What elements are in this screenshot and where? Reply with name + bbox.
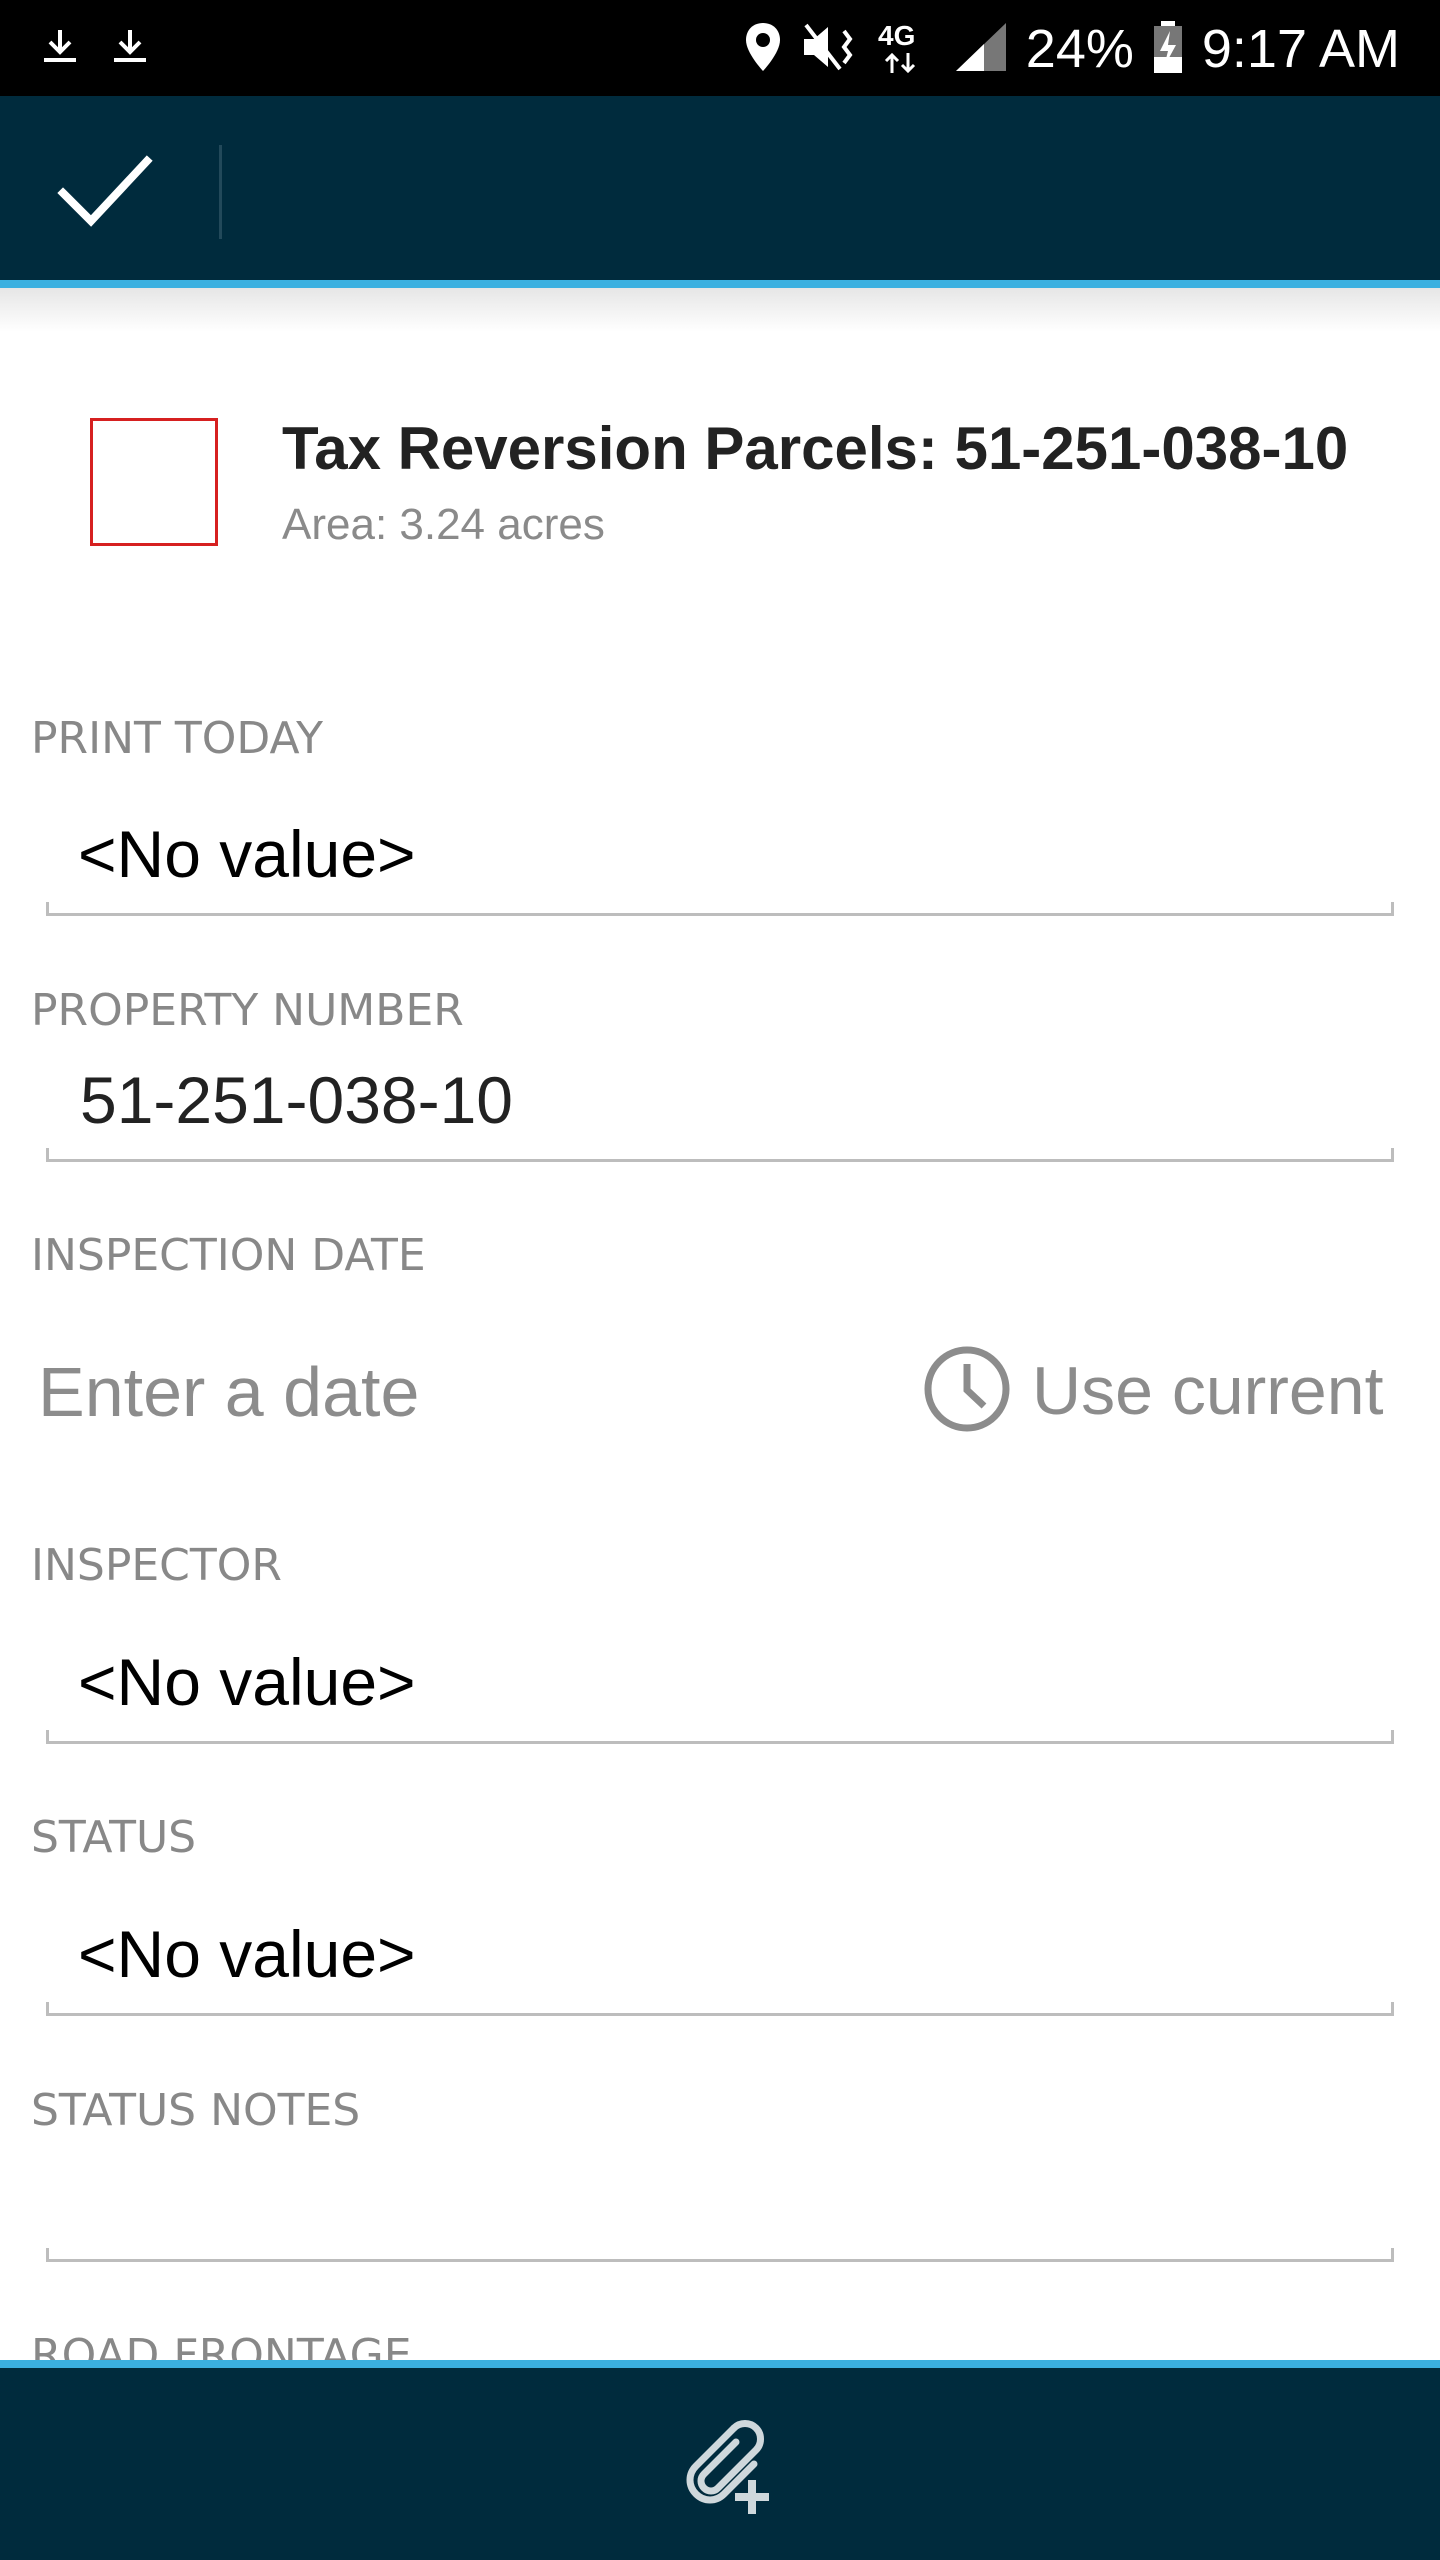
attachment-add-icon [670,2408,780,2523]
app-bar-divider [219,145,222,239]
status-bar: 4G 24% 9:17 AM [0,0,1440,96]
status-bar-notifications [40,26,150,71]
location-icon [744,21,782,78]
feature-title: Tax Reversion Parcels: 51-251-038-10 [282,415,1349,482]
inspector-label: INSPECTOR [31,1540,282,1591]
print-today-label: PRINT TODAY [31,713,324,764]
status-bar-system: 4G 24% 9:17 AM [744,14,1400,84]
road-frontage-label: ROAD FRONTAGE [31,2330,412,2360]
status-notes-field[interactable] [46,2160,1394,2260]
lte-signal-icon: 4G [878,19,936,80]
mute-vibrate-icon [800,21,860,78]
bottom-bar-accent-line [0,2360,1440,2368]
clock-time: 9:17 AM [1201,19,1400,79]
status-value: <No value> [78,1917,416,1991]
use-current-button[interactable]: Use current [922,1336,1402,1446]
clock-icon [922,1344,1012,1439]
property-number-label: PROPERTY NUMBER [31,985,464,1036]
battery-percent: 24% [1025,19,1134,79]
confirm-button[interactable] [40,128,170,258]
checkmark-icon [57,151,153,236]
feature-symbol-swatch [90,418,218,546]
road-frontage-label-clip: ROAD FRONTAGE [31,2330,531,2360]
inspector-underline [46,1730,1394,1744]
cell-signal-icon [954,21,1008,78]
status-notes-underline [46,2248,1394,2262]
inspection-date-input[interactable]: Enter a date [38,1352,419,1432]
print-today-value: <No value> [78,817,416,891]
status-notes-label: STATUS NOTES [31,2085,361,2136]
print-today-underline [46,902,1394,916]
download-icon [40,26,80,71]
status-label: STATUS [31,1812,197,1863]
battery-charging-icon [1152,19,1184,80]
app-bar-shadow [0,288,1440,332]
app-bar-accent-line [0,280,1440,288]
svg-text:4G: 4G [878,20,915,51]
status-underline [46,2002,1394,2016]
use-current-label: Use current [1032,1353,1384,1429]
app-bar [0,96,1440,282]
property-number-underline [46,1148,1394,1162]
inspection-date-label: INSPECTION DATE [31,1230,426,1281]
feature-area: Area: 3.24 acres [282,500,605,549]
attribute-editor-screen: 4G 24% 9:17 AM Tax Reversion Parcels: 51… [0,0,1440,2560]
add-attachment-button[interactable] [660,2400,790,2530]
inspector-value: <No value> [78,1645,416,1719]
download-icon [110,26,150,71]
property-number-value: 51-251-038-10 [80,1063,513,1137]
